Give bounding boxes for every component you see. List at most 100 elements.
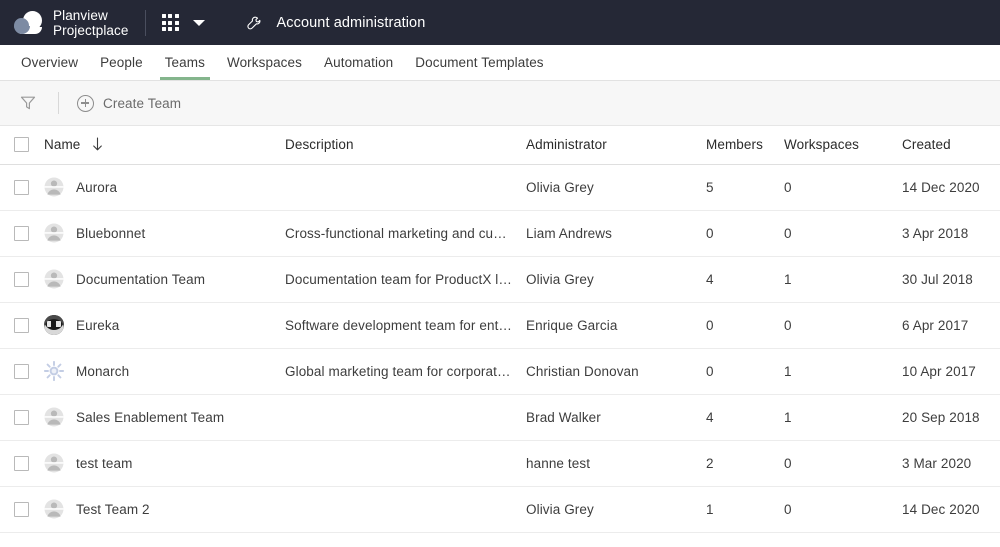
filter-funnel-icon[interactable] [18,93,38,113]
app-grid-icon[interactable] [161,14,179,31]
table-row[interactable]: Sales Enablement Team Brad Walker 4 1 20 Sep… [0,394,1000,441]
tab-people-label: People [100,55,143,70]
teams-table: Name Description Administrator Members W… [0,126,1000,533]
administrator-label: Olivia Grey [526,501,594,517]
tab-overview-label: Overview [21,55,79,70]
tab-teams[interactable]: Teams [154,45,216,80]
cell-administrator: hanne test [526,440,706,487]
team-name-label: Monarch [76,363,130,379]
team-name-label: test team [76,455,133,471]
plus-circle-icon [77,94,94,112]
tab-document-templates[interactable]: Document Templates [404,45,554,80]
wrench-icon [243,13,263,33]
tab-automation[interactable]: Automation [313,45,404,80]
workspaces-count: 0 [784,179,792,195]
created-date: 30 Jul 2018 [902,271,973,287]
row-select-cell [0,210,44,257]
column-header-members[interactable]: Members [706,126,784,165]
administrator-label: Olivia Grey [526,179,594,195]
administrator-label: Enrique Garcia [526,317,618,333]
teams-table-header: Name Description Administrator Members W… [0,126,1000,165]
team-description-label: Global marketing team for corporate ... [285,363,521,379]
cell-description [285,486,526,533]
workspaces-count: 0 [784,317,792,333]
row-checkbox[interactable] [14,271,29,287]
cell-administrator: Brad Walker [526,394,706,441]
table-row[interactable]: Monarch Global marketing team for corpora… [0,348,1000,395]
cell-workspaces: 1 [784,256,902,303]
team-name-label: Aurora [76,179,118,195]
table-row[interactable]: Eureka Software development team for ente… [0,302,1000,349]
column-header-created[interactable]: Created [902,126,1000,165]
column-header-workspaces[interactable]: Workspaces [784,126,902,165]
team-name-label: Test Team 2 [76,501,150,517]
table-row[interactable]: Test Team 2 Olivia Grey 1 0 14 Dec 2020 [0,486,1000,533]
cell-name[interactable]: Eureka [44,302,285,349]
table-toolbar: Create Team [0,81,1000,126]
cell-created: 20 Sep 2018 [902,394,1000,441]
cell-workspaces: 0 [784,440,902,487]
table-row[interactable]: Aurora Olivia Grey 5 0 14 Dec 2020 [0,164,1000,211]
column-header-name-label: Name [44,137,81,153]
cell-members: 2 [706,440,784,487]
team-description-label: Software development team for ente... [285,317,518,333]
column-header-description[interactable]: Description [285,126,526,165]
table-row[interactable]: Documentation Team Documentation team for… [0,256,1000,303]
column-header-name[interactable]: Name [44,126,285,165]
brand-logo-group[interactable]: Planview Projectplace [14,8,129,38]
row-select-cell [0,164,44,211]
row-checkbox[interactable] [14,501,29,517]
create-team-label: Create Team [103,95,182,111]
row-checkbox[interactable] [14,225,29,241]
column-header-members-label: Members [706,137,763,153]
brand-line-1: Planview [53,7,108,23]
select-all-checkbox[interactable] [14,137,29,153]
account-administration-link[interactable]: Account administration [243,13,426,33]
top-app-bar: Planview Projectplace Account administra… [0,0,1000,45]
chevron-down-icon[interactable] [192,19,205,26]
administrator-label: hanne test [526,455,591,471]
cell-members: 0 [706,302,784,349]
created-date: 3 Mar 2020 [902,455,972,471]
cell-name[interactable]: Aurora [44,164,285,211]
table-row[interactable]: Bluebonnet Cross-functional marketing and… [0,210,1000,257]
cell-name[interactable]: Sales Enablement Team [44,394,285,441]
row-checkbox[interactable] [14,363,29,379]
team-description-label: Documentation team for ProductX la... [285,271,518,287]
tab-overview[interactable]: Overview [10,45,89,80]
cell-created: 6 Apr 2017 [902,302,1000,349]
cell-created: 10 Apr 2017 [902,348,1000,395]
planview-cloud-logo-icon [14,10,44,36]
appbar-divider [144,9,146,36]
table-header-row: Name Description Administrator Members W… [0,126,1000,165]
members-count: 2 [706,455,714,471]
cell-description: Software development team for ente... [285,302,526,349]
row-select-cell [0,440,44,487]
cell-name[interactable]: Monarch [44,348,285,395]
members-count: 1 [706,501,714,517]
table-row[interactable]: test team hanne test 2 0 3 Mar 2020 [0,440,1000,487]
cell-name[interactable]: test team [44,440,285,487]
row-checkbox[interactable] [14,179,29,195]
administrator-label: Liam Andrews [526,225,612,241]
row-checkbox[interactable] [14,455,29,471]
tab-workspaces[interactable]: Workspaces [216,45,313,80]
cell-description: Documentation team for ProductX la... [285,256,526,303]
cell-members: 0 [706,210,784,257]
default-team-avatar [44,453,64,473]
create-team-button[interactable]: Create Team [77,94,182,112]
cell-name[interactable]: Bluebonnet [44,210,285,257]
cell-members: 4 [706,256,784,303]
column-header-administrator[interactable]: Administrator [526,126,706,165]
administrator-label: Brad Walker [526,409,601,425]
cell-description: Cross-functional marketing and cust... [285,210,526,257]
cell-name[interactable]: Test Team 2 [44,486,285,533]
tab-people[interactable]: People [89,45,154,80]
cell-description [285,394,526,441]
row-checkbox[interactable] [14,409,29,425]
brand-name: Planview Projectplace [53,8,129,38]
cell-workspaces: 0 [784,302,902,349]
created-date: 10 Apr 2017 [902,363,976,379]
cell-name[interactable]: Documentation Team [44,256,285,303]
row-checkbox[interactable] [14,317,29,333]
